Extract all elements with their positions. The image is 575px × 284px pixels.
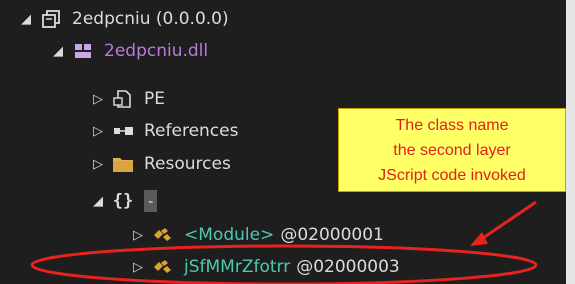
triangle-right-icon[interactable]: ▷: [130, 228, 146, 243]
annotation-line-2: the second layer: [393, 141, 511, 159]
type-name: jSfMMrZfotrr: [184, 257, 291, 277]
triangle-right-icon[interactable]: ▷: [130, 260, 146, 275]
tree-item-assembly[interactable]: ◢ 2edpcniu (0.0.0.0): [18, 4, 229, 34]
assembly-explorer-tree: ◢ 2edpcniu (0.0.0.0) ◢ 2edpcniu.dll ▷ PE…: [0, 0, 566, 284]
dll-module-icon: [72, 40, 94, 62]
assembly-icon: [40, 8, 62, 30]
annotation-line-1: The class name: [395, 116, 509, 134]
references-icon: [112, 120, 134, 142]
annotation-callout: The class name the second layer JScript …: [338, 108, 566, 192]
tree-item-resources[interactable]: ▷ Resources: [90, 149, 231, 179]
pe-label: PE: [144, 89, 165, 109]
annotation-line-3: JScript code invoked: [378, 166, 526, 184]
pe-file-icon: [112, 88, 134, 110]
tree-item-namespace[interactable]: ◢ {} -: [90, 186, 158, 216]
arrow-head: [470, 232, 488, 246]
tree-item-type-module[interactable]: ▷ <Module> @02000001: [130, 220, 384, 250]
tree-item-references[interactable]: ▷ References: [90, 116, 238, 146]
right-scrollbar-track[interactable]: [566, 0, 575, 284]
triangle-right-icon[interactable]: ▷: [90, 157, 106, 172]
type-token: @02000003: [296, 257, 400, 277]
references-label: References: [144, 121, 239, 141]
type-token: @02000001: [280, 225, 384, 245]
tree-item-module[interactable]: ◢ 2edpcniu.dll: [50, 36, 208, 66]
tree-item-pe[interactable]: ▷ PE: [90, 84, 165, 114]
triangle-right-icon[interactable]: ▷: [90, 124, 106, 139]
triangle-down-icon[interactable]: ◢: [50, 44, 66, 59]
namespace-braces-icon: {}: [112, 191, 134, 211]
tree-item-type-target[interactable]: ▷ jSfMMrZfotrr @02000003: [130, 252, 400, 282]
type-name: <Module>: [184, 225, 275, 245]
resources-label: Resources: [144, 154, 231, 174]
triangle-down-icon[interactable]: ◢: [90, 194, 106, 209]
triangle-right-icon[interactable]: ▷: [90, 92, 106, 107]
module-label: 2edpcniu.dll: [104, 41, 209, 61]
class-icon: [152, 256, 174, 278]
class-icon: [152, 224, 174, 246]
annotation-arrow: [479, 200, 537, 242]
folder-icon: [112, 153, 134, 175]
triangle-down-icon[interactable]: ◢: [18, 12, 34, 27]
assembly-label: 2edpcniu (0.0.0.0): [72, 9, 229, 29]
namespace-label: -: [144, 190, 158, 212]
